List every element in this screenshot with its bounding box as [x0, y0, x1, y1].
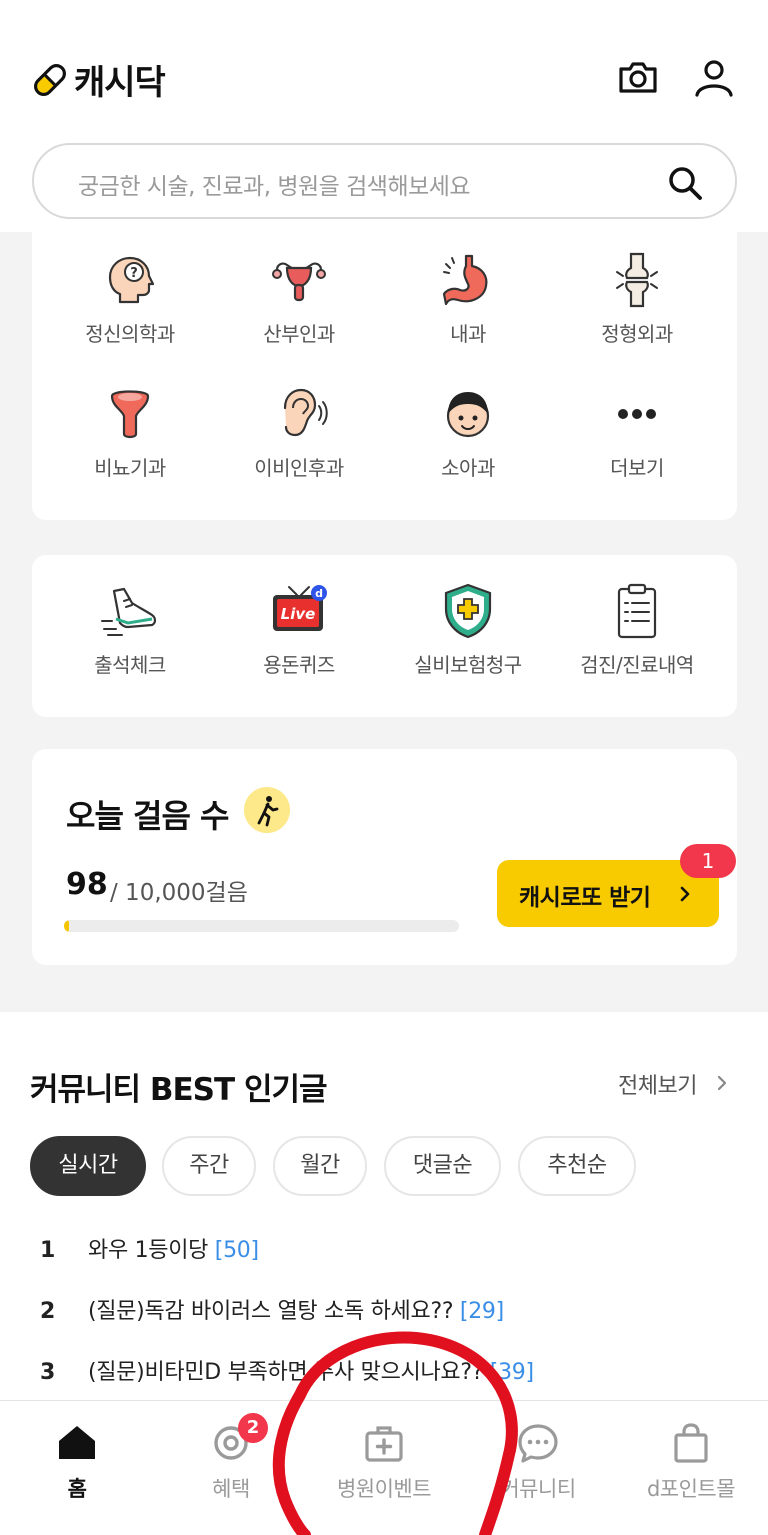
uterus-icon	[272, 262, 326, 302]
nav-hospital-events[interactable]: 병원이벤트	[307, 1421, 461, 1503]
service-label: 출석체크	[94, 653, 166, 677]
clipboard-icon	[617, 583, 657, 639]
category-ent[interactable]: 이비인후과	[211, 384, 387, 481]
steps-progress-fill	[64, 920, 69, 932]
svg-text:d: d	[315, 587, 323, 600]
nav-label: 홈	[67, 1477, 87, 1501]
more-dots-icon	[618, 409, 656, 419]
notification-badge: 1	[680, 844, 736, 878]
nav-label: 병원이벤트	[336, 1477, 432, 1501]
app-logo[interactable]: 캐시닥	[30, 55, 166, 104]
category-label: 산부인과	[263, 322, 335, 346]
search-icon[interactable]	[665, 163, 705, 203]
post-title: (질문)독감 바이러스 열탕 소독 하세요??	[88, 1299, 454, 1324]
tab-monthly[interactable]: 월간	[273, 1136, 367, 1196]
steps-progress-bar	[64, 920, 459, 932]
service-label: 검진/진료내역	[580, 653, 694, 677]
nav-home[interactable]: 홈	[0, 1421, 154, 1503]
category-pediatrics[interactable]: 소아과	[380, 384, 556, 481]
category-internal-medicine[interactable]: 내과	[380, 250, 556, 347]
nav-point-mall[interactable]: d포인트몰	[614, 1421, 768, 1503]
bottom-navigation: 홈 2 혜택 병원이벤트 커뮤니티 d포인트몰	[0, 1400, 768, 1535]
post-rank: 1	[40, 1238, 56, 1263]
category-label: 이비인후과	[254, 456, 344, 480]
post-comment-count: [39]	[489, 1360, 534, 1385]
category-orthopedics[interactable]: 정형외과	[549, 250, 725, 347]
post-item[interactable]: 2 (질문)독감 바이러스 열탕 소독 하세요?? [29]	[40, 1293, 504, 1325]
bone-joint-icon	[616, 252, 658, 308]
tab-comments[interactable]: 댓글순	[384, 1136, 501, 1196]
profile-icon[interactable]	[692, 55, 736, 99]
community-best-section: 커뮤니티 BEST 인기글 전체보기 실시간 주간 월간 댓글순 추천순 1 와우…	[0, 1012, 768, 1400]
step-counter-card: 오늘 걸음 수 98 / 10,000걸음 캐시로또 받기 1	[32, 749, 737, 965]
stomach-icon	[442, 254, 488, 306]
tab-realtime[interactable]: 실시간	[30, 1136, 146, 1196]
service-label: 용돈퀴즈	[263, 653, 335, 677]
walking-person-icon	[244, 787, 290, 833]
category-label: 정형외과	[601, 322, 673, 346]
child-face-icon	[446, 392, 490, 438]
category-psychiatry[interactable]: ? 정신의학과	[42, 250, 218, 347]
live-tv-icon: Live d	[273, 585, 327, 631]
insurance-shield-icon	[444, 583, 492, 639]
psychiatry-head-icon: ?	[108, 256, 155, 304]
service-quiz[interactable]: Live d 용돈퀴즈	[211, 581, 387, 678]
cash-lotto-label: 캐시로또 받기	[519, 885, 651, 911]
benefit-badge: 2	[238, 1413, 268, 1443]
category-label: 정신의학과	[85, 322, 175, 346]
category-obgyn[interactable]: 산부인과	[211, 250, 387, 347]
app-header: 캐시닥 궁금한 시술, 진료과, 병원을 검색해보세요	[0, 0, 768, 232]
section-title: 커뮤니티 BEST 인기글	[30, 1072, 328, 1108]
post-comment-count: [50]	[214, 1238, 259, 1263]
category-label: 비뇨기과	[94, 456, 166, 480]
service-label: 실비보험청구	[414, 653, 522, 677]
urology-icon	[110, 390, 150, 439]
ear-icon	[283, 388, 328, 437]
chevron-right-icon[interactable]	[716, 1074, 728, 1092]
nav-label: d포인트몰	[646, 1477, 736, 1501]
pill-logo-icon	[34, 63, 66, 96]
service-records[interactable]: 검진/진료내역	[549, 581, 725, 678]
nav-label: 혜택	[212, 1477, 250, 1501]
category-label: 내과	[450, 322, 486, 346]
post-comment-count: [29]	[459, 1299, 504, 1324]
category-label: 소아과	[441, 456, 495, 480]
steps-count: 98	[66, 867, 108, 902]
service-attendance[interactable]: 출석체크	[42, 581, 218, 678]
department-grid: ? 정신의학과 산부인과 내과 정형외과 비뇨기과 이비인후과 소아과 더보기	[32, 232, 737, 520]
post-title: 와우 1등이당	[88, 1238, 209, 1263]
search-placeholder: 궁금한 시술, 진료과, 병원을 검색해보세요	[78, 174, 471, 200]
svg-text:?: ?	[130, 266, 138, 281]
post-rank: 3	[40, 1360, 56, 1385]
nav-label: 커뮤니티	[500, 1477, 576, 1501]
post-item[interactable]: 3 (질문)비타민D 부족하면 주사 맞으시나요?? [39]	[40, 1354, 534, 1386]
app-name: 캐시닥	[74, 63, 166, 103]
home-icon	[59, 1426, 95, 1459]
service-insurance[interactable]: 실비보험청구	[380, 581, 556, 678]
sneaker-icon	[101, 587, 157, 636]
chat-bubble-icon	[518, 1424, 558, 1463]
nav-benefits[interactable]: 2 혜택	[154, 1413, 308, 1503]
search-bar[interactable]: 궁금한 시술, 진료과, 병원을 검색해보세요	[32, 143, 737, 219]
category-urology[interactable]: 비뇨기과	[42, 384, 218, 481]
nav-community[interactable]: 커뮤니티	[461, 1421, 615, 1503]
hospital-event-icon	[365, 1426, 403, 1462]
tab-recommended[interactable]: 추천순	[518, 1136, 636, 1196]
services-card: 출석체크 Live d 용돈퀴즈 실비보험청구 검진/진료내역	[32, 555, 737, 717]
shopping-bag-icon	[674, 1423, 708, 1463]
view-all-link[interactable]: 전체보기	[618, 1068, 697, 1100]
tab-weekly[interactable]: 주간	[162, 1136, 256, 1196]
camera-icon[interactable]	[616, 55, 660, 99]
post-rank: 2	[40, 1299, 56, 1324]
steps-goal: / 10,000걸음	[110, 880, 248, 906]
steps-title: 오늘 걸음 수	[66, 797, 229, 835]
category-more[interactable]: 더보기	[549, 384, 725, 481]
post-title: (질문)비타민D 부족하면 주사 맞으시나요??	[88, 1360, 484, 1385]
category-label: 더보기	[610, 456, 664, 480]
post-item[interactable]: 1 와우 1등이당 [50]	[40, 1232, 259, 1264]
chevron-right-icon	[680, 886, 690, 902]
svg-text:Live: Live	[281, 605, 316, 623]
